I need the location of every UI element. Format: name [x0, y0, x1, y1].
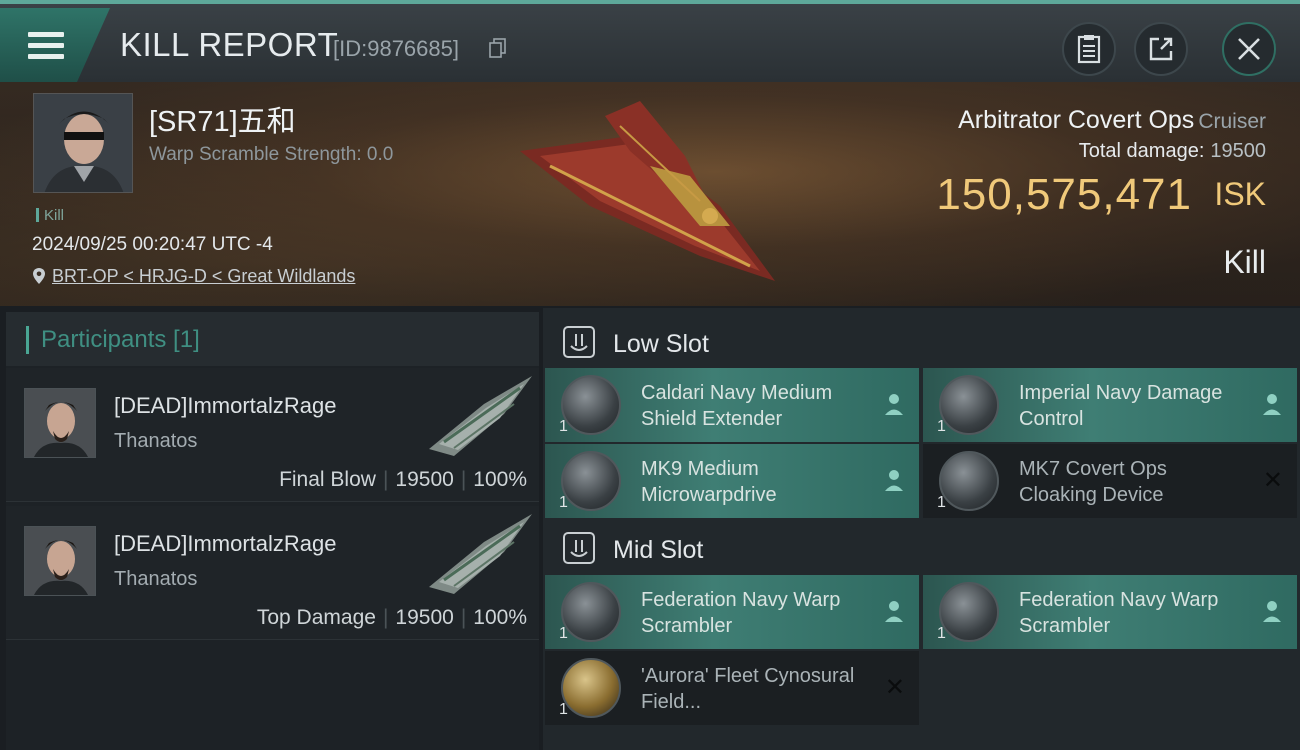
warp-scrambler-icon — [939, 582, 999, 642]
pilot-status-icon — [1263, 601, 1281, 622]
clipboard-button[interactable] — [1062, 22, 1116, 76]
participant-avatar[interactable] — [24, 526, 96, 596]
module-slot[interactable]: 1 Federation Navy Warp Scrambler — [923, 575, 1297, 649]
module-quantity: 1 — [559, 418, 568, 435]
module-name: MK7 Covert Ops Cloaking Device — [1019, 458, 1167, 506]
kill-status: Kill — [1223, 244, 1266, 280]
participant-ship: Thanatos — [114, 568, 198, 590]
location-pin-icon — [33, 268, 45, 284]
clipboard-icon — [1077, 35, 1101, 64]
participant-role: Top Damage — [256, 606, 376, 629]
cloaking-device-icon — [939, 451, 999, 511]
participant-role: Final Blow — [279, 468, 376, 491]
participant-stats: Final Blow | 19500 | 100% — [279, 468, 527, 491]
module-quantity: 1 — [937, 494, 946, 511]
pilot-status-icon — [1263, 394, 1281, 415]
shield-extender-icon — [561, 375, 621, 435]
warp-scrambler-icon — [561, 582, 621, 642]
pilot-status-icon — [885, 470, 903, 491]
module-quantity: 1 — [559, 701, 568, 718]
module-name: Federation Navy Warp Scrambler — [641, 589, 841, 637]
report-id: [ID:9876685] — [333, 36, 459, 61]
participants-header: Participants [1] — [6, 312, 539, 366]
participant-damage: 19500 — [395, 468, 454, 491]
participant-row[interactable]: [DEAD]ImmortalzRage Thanatos Final Blow |… — [6, 368, 539, 502]
cyno-field-icon — [561, 658, 621, 718]
menu-button[interactable] — [0, 8, 110, 82]
participant-name[interactable]: [DEAD]ImmortalzRage — [114, 531, 337, 557]
module-quantity: 1 — [559, 494, 568, 511]
participants-panel: Participants [1] [DEAD]ImmortalzRage Tha… — [6, 312, 539, 750]
pilot-portrait-icon — [34, 94, 132, 192]
mid-slot-header: Mid Slot — [543, 520, 1300, 578]
pilot-status-icon — [885, 601, 903, 622]
participant-stats: Top Damage | 19500 | 100% — [256, 606, 527, 629]
victim-name[interactable]: [SR71]五和 — [149, 98, 296, 140]
kill-timestamp: 2024/09/25 00:20:47 UTC -4 — [32, 234, 273, 255]
ship-name[interactable]: Arbitrator Covert Ops Cruiser — [958, 106, 1266, 135]
share-icon — [1149, 37, 1173, 61]
module-quantity: 1 — [559, 625, 568, 642]
mid-slot-icon — [563, 532, 595, 564]
mid-slot-title: Mid Slot — [613, 536, 704, 564]
share-button[interactable] — [1134, 22, 1188, 76]
module-slot[interactable]: 1 Federation Navy Warp Scrambler — [545, 575, 919, 649]
participant-name[interactable]: [DEAD]ImmortalzRage — [114, 393, 337, 419]
ship-image — [520, 101, 775, 281]
close-button[interactable] — [1222, 22, 1276, 76]
destroyed-x-icon: ✕ — [884, 674, 905, 701]
participant-row[interactable]: [DEAD]ImmortalzRage Thanatos Top Damage |… — [6, 506, 539, 640]
microwarpdrive-icon — [561, 451, 621, 511]
page-title: KILL REPORT — [120, 26, 339, 63]
participant-percent: 100% — [473, 606, 527, 629]
participant-avatar[interactable] — [24, 388, 96, 458]
module-name: 'Aurora' Fleet Cynosural Field... — [641, 665, 855, 713]
damage-control-icon — [939, 375, 999, 435]
participant-ship-image — [429, 514, 532, 594]
participants-title: Participants [1] — [26, 326, 200, 354]
destroyed-x-icon: ✕ — [1262, 467, 1283, 494]
close-icon — [1238, 38, 1260, 60]
ship-class: Cruiser — [1198, 110, 1266, 133]
hamburger-menu-icon — [28, 32, 64, 60]
location-link[interactable]: BRT-OP < HRJG-D < Great Wildlands — [52, 266, 355, 286]
module-quantity: 1 — [937, 625, 946, 642]
kill-tag: Kill — [36, 207, 64, 224]
participant-percent: 100% — [473, 468, 527, 491]
low-slot-header: Low Slot — [543, 314, 1300, 372]
module-slot[interactable]: 1 Imperial Navy Damage Control — [923, 368, 1297, 442]
module-name: Caldari Navy Medium Shield Extender — [641, 382, 833, 430]
fitting-panel: Low Slot 1 Caldari Navy Medium Shield Ex… — [543, 308, 1300, 750]
module-slot[interactable]: 1 'Aurora' Fleet Cynosural Field... ✕ — [545, 651, 919, 725]
module-name: MK9 Medium Microwarpdrive — [641, 458, 777, 506]
pilot-portrait-icon — [25, 527, 95, 595]
low-slot-icon — [563, 326, 595, 358]
warp-scramble-strength: Warp Scramble Strength: 0.0 — [149, 144, 394, 165]
module-name: Federation Navy Warp Scrambler — [1019, 589, 1219, 637]
module-name: Imperial Navy Damage Control — [1019, 382, 1223, 430]
module-slot[interactable]: 1 MK7 Covert Ops Cloaking Device ✕ — [923, 444, 1297, 518]
participant-damage: 19500 — [395, 606, 454, 629]
header-bar: KILL REPORT [ID:9876685] — [0, 0, 1300, 82]
victim-avatar[interactable] — [33, 93, 133, 193]
module-slot[interactable]: 1 MK9 Medium Microwarpdrive — [545, 444, 919, 518]
total-damage: Total damage: 19500 — [1078, 140, 1266, 162]
isk-value: 150,575,471 — [936, 170, 1192, 219]
copy-icon[interactable] — [489, 38, 507, 58]
kill-location[interactable]: BRT-OP < HRJG-D < Great Wildlands — [32, 266, 355, 287]
participant-ship-image — [429, 376, 532, 456]
pilot-portrait-icon — [25, 389, 95, 457]
low-slot-title: Low Slot — [613, 330, 709, 358]
module-slot[interactable]: 1 Caldari Navy Medium Shield Extender — [545, 368, 919, 442]
isk-unit: ISK — [1214, 176, 1266, 212]
participant-ship: Thanatos — [114, 430, 198, 452]
module-quantity: 1 — [937, 418, 946, 435]
pilot-status-icon — [885, 394, 903, 415]
